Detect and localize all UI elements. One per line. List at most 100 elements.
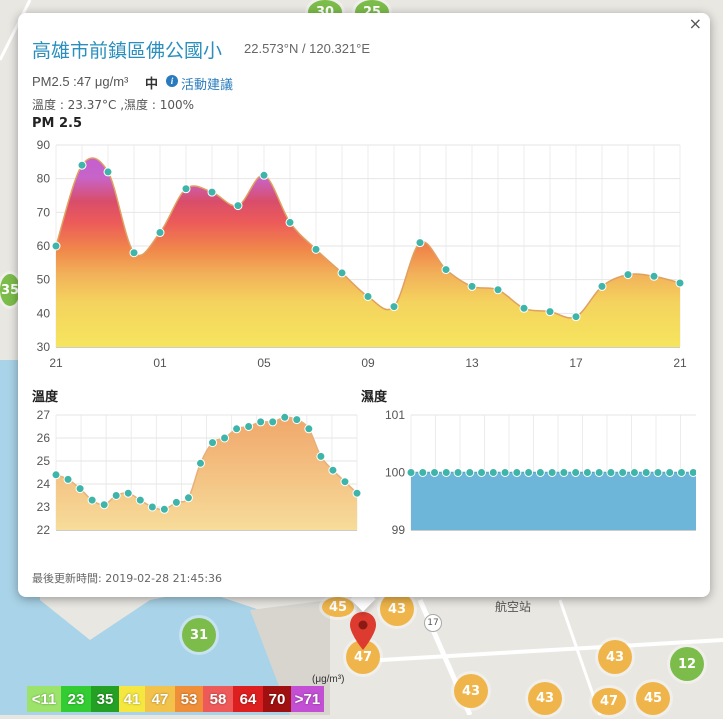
data-point[interactable] bbox=[465, 468, 475, 477]
y-tick-label: 26 bbox=[37, 431, 51, 445]
map-marker[interactable]: 35 bbox=[0, 274, 20, 306]
data-point[interactable] bbox=[618, 468, 628, 477]
data-point[interactable] bbox=[477, 468, 487, 477]
data-point[interactable] bbox=[653, 468, 663, 477]
data-point[interactable] bbox=[688, 468, 696, 477]
y-tick-label: 22 bbox=[37, 523, 51, 537]
data-point[interactable] bbox=[316, 451, 326, 461]
humidity-chart-title: 濕度 bbox=[361, 390, 388, 405]
data-point[interactable] bbox=[665, 468, 675, 477]
data-point[interactable] bbox=[155, 228, 165, 238]
legend-cell: >71 bbox=[291, 686, 324, 712]
activity-advice-link[interactable]: 活動建議 bbox=[181, 74, 233, 93]
data-point[interactable] bbox=[337, 268, 347, 278]
map-marker[interactable]: 43 bbox=[454, 674, 488, 708]
data-point[interactable] bbox=[547, 468, 557, 477]
data-point[interactable] bbox=[406, 468, 416, 477]
map-marker[interactable]: 43 bbox=[380, 592, 414, 626]
data-point[interactable] bbox=[641, 468, 651, 477]
data-point[interactable] bbox=[311, 244, 321, 254]
data-point[interactable] bbox=[103, 167, 113, 177]
data-point[interactable] bbox=[99, 500, 109, 510]
y-tick-label: 40 bbox=[37, 306, 51, 320]
data-point[interactable] bbox=[285, 217, 295, 227]
data-point[interactable] bbox=[676, 468, 686, 477]
data-point[interactable] bbox=[292, 415, 302, 425]
data-point[interactable] bbox=[415, 238, 425, 248]
legend-cell: 23 bbox=[61, 686, 91, 712]
data-point[interactable] bbox=[430, 468, 440, 477]
map-marker[interactable]: 12 bbox=[670, 647, 704, 681]
pm25-chart-title: PM 2.5 bbox=[32, 116, 83, 131]
data-point[interactable] bbox=[135, 495, 145, 505]
data-point[interactable] bbox=[545, 307, 555, 317]
data-point[interactable] bbox=[159, 504, 169, 514]
data-point[interactable] bbox=[77, 160, 87, 170]
data-point[interactable] bbox=[51, 241, 61, 251]
data-point[interactable] bbox=[629, 468, 639, 477]
x-tick-label: 01 bbox=[153, 356, 167, 370]
data-point[interactable] bbox=[147, 502, 157, 512]
data-point[interactable] bbox=[363, 292, 373, 301]
data-point[interactable] bbox=[220, 433, 230, 443]
data-point[interactable] bbox=[207, 187, 217, 197]
data-point[interactable] bbox=[606, 468, 616, 477]
data-point[interactable] bbox=[181, 184, 191, 194]
data-point[interactable] bbox=[87, 495, 97, 505]
y-tick-label: 80 bbox=[37, 172, 51, 186]
map-marker[interactable]: 47 bbox=[592, 688, 626, 715]
data-point[interactable] bbox=[195, 458, 205, 468]
data-point[interactable] bbox=[208, 438, 218, 448]
y-tick-label: 90 bbox=[37, 138, 51, 152]
data-point[interactable] bbox=[493, 285, 503, 295]
data-point[interactable] bbox=[535, 468, 545, 477]
map-marker[interactable]: 45 bbox=[636, 682, 670, 715]
data-point[interactable] bbox=[467, 281, 477, 291]
data-point[interactable] bbox=[280, 412, 290, 422]
data-point[interactable] bbox=[571, 468, 581, 477]
data-point[interactable] bbox=[519, 303, 529, 313]
data-point[interactable] bbox=[524, 468, 534, 477]
data-point[interactable] bbox=[183, 493, 193, 503]
station-popup: × 高雄市前鎮區佛公國小 22.573°N / 120.321°E PM2.5 … bbox=[18, 13, 710, 597]
data-point[interactable] bbox=[389, 302, 399, 312]
last-updated-text: 最後更新時間: 2019-02-28 21:45:36 bbox=[32, 572, 223, 585]
data-point[interactable] bbox=[594, 468, 604, 477]
data-point[interactable] bbox=[675, 278, 685, 288]
data-point[interactable] bbox=[256, 417, 266, 427]
data-point[interactable] bbox=[244, 422, 254, 431]
data-point[interactable] bbox=[171, 497, 181, 507]
close-button[interactable]: × bbox=[689, 14, 702, 33]
data-point[interactable] bbox=[441, 265, 451, 275]
data-point[interactable] bbox=[418, 468, 428, 477]
data-point[interactable] bbox=[232, 424, 242, 434]
map-marker[interactable]: 43 bbox=[528, 682, 562, 715]
data-point[interactable] bbox=[129, 248, 139, 258]
data-point[interactable] bbox=[340, 477, 350, 487]
data-point[interactable] bbox=[51, 470, 61, 480]
data-point[interactable] bbox=[559, 468, 569, 477]
x-tick-label: 21 bbox=[673, 356, 687, 370]
map-marker[interactable]: 43 bbox=[598, 640, 632, 674]
data-point[interactable] bbox=[453, 468, 463, 477]
data-point[interactable] bbox=[582, 468, 592, 477]
data-point[interactable] bbox=[123, 488, 133, 498]
data-point[interactable] bbox=[441, 468, 451, 477]
data-point[interactable] bbox=[512, 468, 522, 477]
data-point[interactable] bbox=[623, 270, 633, 280]
data-point[interactable] bbox=[597, 281, 607, 291]
data-point[interactable] bbox=[233, 201, 243, 211]
data-point[interactable] bbox=[328, 465, 338, 475]
map-marker[interactable]: 31 bbox=[182, 618, 216, 652]
data-point[interactable] bbox=[111, 491, 121, 500]
data-point[interactable] bbox=[259, 170, 269, 180]
data-point[interactable] bbox=[268, 417, 278, 427]
data-point[interactable] bbox=[571, 312, 581, 322]
info-icon[interactable]: i bbox=[166, 75, 178, 87]
data-point[interactable] bbox=[488, 468, 498, 477]
data-point[interactable] bbox=[63, 474, 73, 484]
data-point[interactable] bbox=[75, 484, 85, 494]
data-point[interactable] bbox=[500, 468, 510, 477]
data-point[interactable] bbox=[649, 271, 659, 281]
data-point[interactable] bbox=[304, 424, 314, 434]
